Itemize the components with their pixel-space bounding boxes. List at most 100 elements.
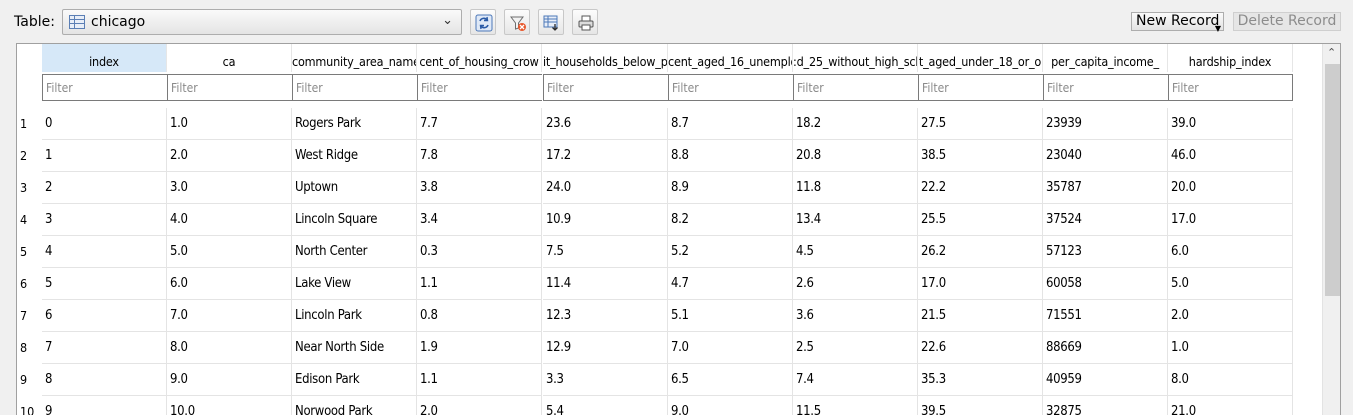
cell-index[interactable]: 4 <box>42 236 167 268</box>
cell-percent-of-housing-crow[interactable]: 0.8 <box>417 300 542 332</box>
cell-index[interactable]: 2 <box>42 172 167 204</box>
cell-percent-aged-16-unemplo[interactable]: 7.0 <box>668 332 793 364</box>
filter-input-percent-households-below-p[interactable] <box>544 75 668 100</box>
filter-input-percent-aged-25-without-high-sc[interactable] <box>794 75 918 100</box>
row-number[interactable]: 9 <box>20 364 40 396</box>
scrollbar-thumb[interactable] <box>1325 64 1340 296</box>
cell-community-area-name[interactable]: Edison Park <box>292 364 417 396</box>
cell-percent-aged-under-18-or-o[interactable]: 17.0 <box>918 268 1043 300</box>
row-number[interactable]: 7 <box>20 300 40 332</box>
column-header-percent-of-housing-crow[interactable]: cent_of_housing_crow <box>417 44 542 72</box>
cell-percent-of-housing-crow[interactable]: 7.8 <box>417 140 542 172</box>
cell-hardship-index[interactable]: 46.0 <box>1168 140 1293 172</box>
cell-percent-aged-under-18-or-o[interactable]: 35.3 <box>918 364 1043 396</box>
cell-percent-households-below-p[interactable]: 11.4 <box>543 268 668 300</box>
cell-ca[interactable]: 8.0 <box>167 332 292 364</box>
cell-percent-aged-16-unemplo[interactable]: 8.8 <box>668 140 793 172</box>
cell-ca[interactable]: 9.0 <box>167 364 292 396</box>
cell-percent-aged-16-unemplo[interactable]: 4.7 <box>668 268 793 300</box>
filter-input-community-area-name[interactable] <box>293 75 417 100</box>
cell-hardship-index[interactable]: 17.0 <box>1168 204 1293 236</box>
column-header-ca[interactable]: ca <box>167 44 292 72</box>
table-row[interactable]: 5 4 5.0 North Center 0.3 7.5 5.2 4.5 26.2 57123 6.… <box>17 236 1293 268</box>
cell-percent-aged-16-unemplo[interactable]: 5.1 <box>668 300 793 332</box>
cell-percent-of-housing-crow[interactable]: 1.1 <box>417 268 542 300</box>
cell-per-capita-income-[interactable]: 57123 <box>1043 236 1168 268</box>
cell-per-capita-income-[interactable]: 23939 <box>1043 108 1168 140</box>
column-header-per-capita-income-[interactable]: per_capita_income_ <box>1043 44 1168 72</box>
cell-ca[interactable]: 6.0 <box>167 268 292 300</box>
filter-input-hardship-index[interactable] <box>1169 75 1292 100</box>
cell-community-area-name[interactable]: Lake View <box>292 268 417 300</box>
cell-hardship-index[interactable]: 2.0 <box>1168 300 1293 332</box>
save-table-button[interactable] <box>538 9 564 35</box>
cell-community-area-name[interactable]: Lincoln Square <box>292 204 417 236</box>
cell-ca[interactable]: 3.0 <box>167 172 292 204</box>
table-select[interactable]: chicago ⌄ <box>62 9 462 35</box>
cell-community-area-name[interactable]: Rogers Park <box>292 108 417 140</box>
print-button[interactable] <box>572 9 598 35</box>
cell-community-area-name[interactable]: West Ridge <box>292 140 417 172</box>
table-row[interactable]: 6 5 6.0 Lake View 1.1 11.4 4.7 2.6 17.0 60058 5.0 <box>17 268 1293 300</box>
scroll-up-icon[interactable]: ⌃ <box>1327 46 1336 59</box>
cell-community-area-name[interactable]: Lincoln Park <box>292 300 417 332</box>
cell-percent-households-below-p[interactable]: 12.9 <box>543 332 668 364</box>
column-header-hardship-index[interactable]: hardship_index <box>1168 44 1293 72</box>
cell-per-capita-income-[interactable]: 40959 <box>1043 364 1168 396</box>
cell-index[interactable]: 3 <box>42 204 167 236</box>
cell-percent-aged-25-without-high-sc[interactable]: 4.5 <box>793 236 918 268</box>
cell-percent-aged-25-without-high-sc[interactable]: 7.4 <box>793 364 918 396</box>
cell-index[interactable]: 7 <box>42 332 167 364</box>
table-row[interactable]: 8 7 8.0 Near North Side 1.9 12.9 7.0 2.5 22.6 886… <box>17 332 1293 364</box>
row-number[interactable]: 5 <box>20 236 40 268</box>
cell-community-area-name[interactable]: Uptown <box>292 172 417 204</box>
cell-percent-aged-25-without-high-sc[interactable]: 20.8 <box>793 140 918 172</box>
cell-percent-aged-under-18-or-o[interactable]: 39.5 <box>918 396 1043 415</box>
row-number[interactable]: 2 <box>20 140 40 172</box>
table-row[interactable]: 4 3 4.0 Lincoln Square 3.4 10.9 8.2 13.4 25.5 375… <box>17 204 1293 236</box>
cell-per-capita-income-[interactable]: 37524 <box>1043 204 1168 236</box>
cell-percent-aged-16-unemplo[interactable]: 5.2 <box>668 236 793 268</box>
filter-input-percent-aged-under-18-or-o[interactable] <box>919 75 1043 100</box>
table-row[interactable]: 2 1 2.0 West Ridge 7.8 17.2 8.8 20.8 38.5 23040 46… <box>17 140 1293 172</box>
row-number[interactable]: 4 <box>20 204 40 236</box>
row-number[interactable]: 3 <box>20 172 40 204</box>
row-number[interactable]: 6 <box>20 268 40 300</box>
cell-percent-aged-16-unemplo[interactable]: 8.2 <box>668 204 793 236</box>
cell-hardship-index[interactable]: 5.0 <box>1168 268 1293 300</box>
cell-percent-aged-under-18-or-o[interactable]: 22.2 <box>918 172 1043 204</box>
cell-percent-aged-16-unemplo[interactable]: 8.9 <box>668 172 793 204</box>
cell-ca[interactable]: 5.0 <box>167 236 292 268</box>
chevron-down-icon[interactable]: ⌄ <box>442 13 453 28</box>
cell-percent-aged-25-without-high-sc[interactable]: 2.5 <box>793 332 918 364</box>
cell-community-area-name[interactable]: North Center <box>292 236 417 268</box>
cell-hardship-index[interactable]: 39.0 <box>1168 108 1293 140</box>
cell-percent-aged-25-without-high-sc[interactable]: 18.2 <box>793 108 918 140</box>
cell-percent-aged-under-18-or-o[interactable]: 21.5 <box>918 300 1043 332</box>
cell-percent-of-housing-crow[interactable]: 1.9 <box>417 332 542 364</box>
cell-index[interactable]: 5 <box>42 268 167 300</box>
cell-percent-households-below-p[interactable]: 17.2 <box>543 140 668 172</box>
column-header-community-area-name[interactable]: community_area_name <box>292 44 417 72</box>
cell-percent-aged-25-without-high-sc[interactable]: 3.6 <box>793 300 918 332</box>
cell-per-capita-income-[interactable]: 32875 <box>1043 396 1168 415</box>
cell-hardship-index[interactable]: 20.0 <box>1168 172 1293 204</box>
table-row[interactable]: 9 8 9.0 Edison Park 1.1 3.3 6.5 7.4 35.3 40959 8.0 <box>17 364 1293 396</box>
cell-percent-aged-16-unemplo[interactable]: 9.0 <box>668 396 793 415</box>
cell-ca[interactable]: 2.0 <box>167 140 292 172</box>
cell-percent-aged-under-18-or-o[interactable]: 27.5 <box>918 108 1043 140</box>
cell-percent-households-below-p[interactable]: 12.3 <box>543 300 668 332</box>
cell-per-capita-income-[interactable]: 60058 <box>1043 268 1168 300</box>
table-row[interactable]: 10 9 10.0 Norwood Park 2.0 5.4 9.0 11.5 39.5 3287… <box>17 396 1293 415</box>
cell-hardship-index[interactable]: 8.0 <box>1168 364 1293 396</box>
cell-percent-aged-25-without-high-sc[interactable]: 11.8 <box>793 172 918 204</box>
vertical-scrollbar[interactable]: ⌃ <box>1322 44 1340 415</box>
cell-percent-households-below-p[interactable]: 10.9 <box>543 204 668 236</box>
cell-index[interactable]: 8 <box>42 364 167 396</box>
row-number[interactable]: 10 <box>20 396 40 415</box>
cell-percent-households-below-p[interactable]: 24.0 <box>543 172 668 204</box>
cell-percent-households-below-p[interactable]: 5.4 <box>543 396 668 415</box>
cell-percent-households-below-p[interactable]: 3.3 <box>543 364 668 396</box>
cell-percent-of-housing-crow[interactable]: 3.8 <box>417 172 542 204</box>
column-header-percent-households-below-p[interactable]: it_households_below_p <box>543 44 668 72</box>
